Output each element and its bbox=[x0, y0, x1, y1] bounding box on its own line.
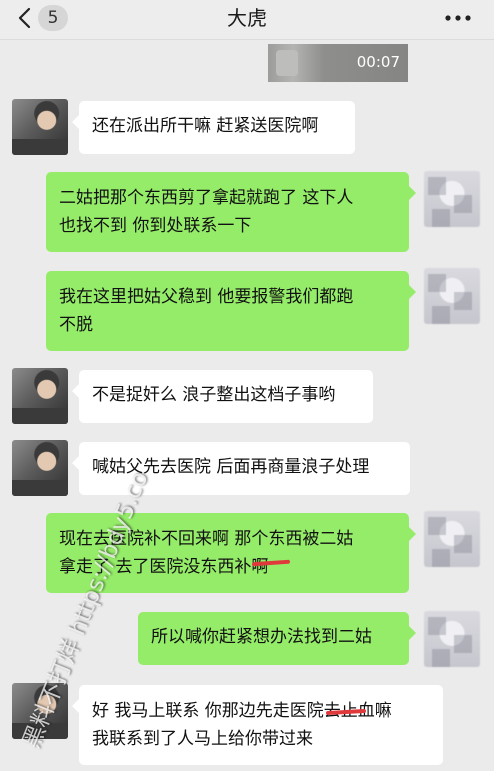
chat-header: 5 大虎 bbox=[0, 0, 494, 40]
my-avatar[interactable] bbox=[424, 268, 480, 324]
my-avatar[interactable] bbox=[424, 171, 480, 227]
my-avatar[interactable] bbox=[424, 511, 480, 567]
video-message[interactable]: 00:07 bbox=[268, 44, 408, 82]
message-bubble-outgoing[interactable]: 所以喊你赶紧想办法找到二姑 bbox=[138, 612, 416, 665]
contact-avatar[interactable] bbox=[12, 99, 68, 155]
more-dots-icon[interactable] bbox=[442, 8, 474, 28]
message-bubble-incoming[interactable]: 还在派出所干嘛 赶紧送医院啊 bbox=[72, 101, 355, 154]
contact-avatar[interactable] bbox=[12, 368, 68, 424]
message-bubble-outgoing[interactable]: 我在这里把姑父稳到 他要报警我们都跑 不脱 bbox=[46, 271, 416, 351]
chat-title: 大虎 bbox=[227, 6, 267, 30]
message-bubble-outgoing[interactable]: 现在去医院补不回来啊 那个东西被二姑 拿走了 去了医院没东西补啊 bbox=[46, 513, 416, 593]
message-bubble-incoming[interactable]: 不是捉奸么 浪子整出这档子事哟 bbox=[72, 370, 373, 423]
message-bubble-incoming[interactable]: 喊姑父先去医院 后面再商量浪子处理 bbox=[72, 442, 410, 495]
video-duration: 00:07 bbox=[356, 53, 400, 71]
video-thumbnail bbox=[276, 50, 298, 76]
message-bubble-outgoing[interactable]: 二姑把那个东西剪了拿起就跑了 这下人 也找不到 你到处联系一下 bbox=[46, 172, 416, 252]
contact-avatar[interactable] bbox=[12, 683, 68, 739]
my-avatar[interactable] bbox=[424, 611, 480, 667]
message-bubble-incoming[interactable]: 好 我马上联系 你那边先走医院去止血嘛 我联系到了人马上给你带过来 bbox=[72, 685, 443, 765]
contact-avatar[interactable] bbox=[12, 440, 68, 496]
